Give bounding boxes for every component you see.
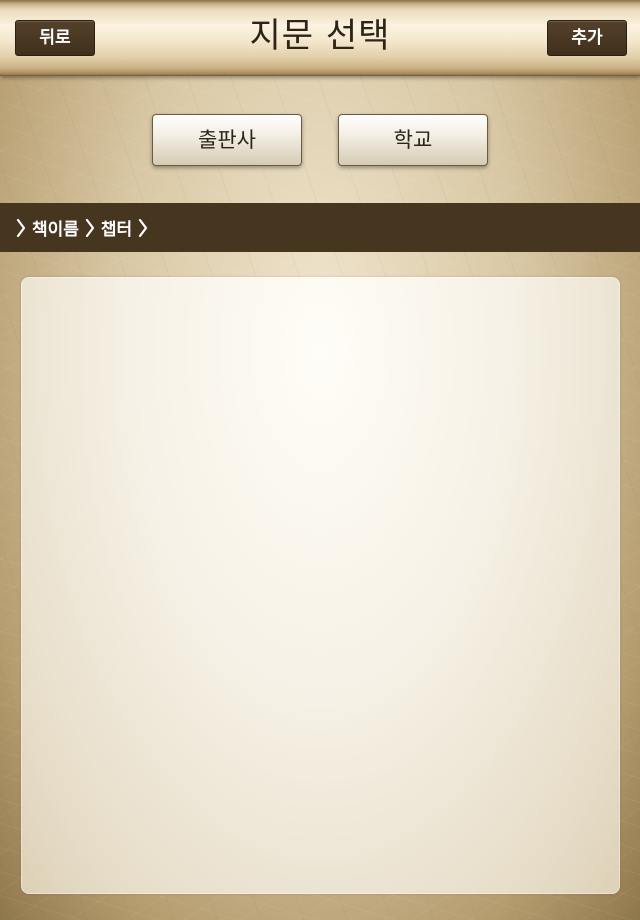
school-button[interactable]: 학교 — [338, 114, 488, 166]
back-button[interactable]: 뒤로 — [15, 20, 95, 56]
breadcrumb-item-book-name[interactable]: 책이름 — [32, 215, 79, 240]
top-navigation-bar: 뒤로 지문 선택 추가 — [0, 0, 640, 76]
chevron-right-icon — [139, 218, 148, 237]
passage-list-panel — [21, 277, 620, 894]
publisher-button[interactable]: 출판사 — [152, 114, 302, 166]
chevron-right-icon — [85, 218, 95, 237]
breadcrumb-item-chapter[interactable]: 챕터 — [101, 215, 132, 240]
add-button[interactable]: 추가 — [547, 20, 627, 56]
page-title: 지문 선택 — [249, 16, 391, 56]
breadcrumb: 책이름 챕터 — [0, 203, 640, 252]
chevron-right-icon — [16, 218, 26, 237]
